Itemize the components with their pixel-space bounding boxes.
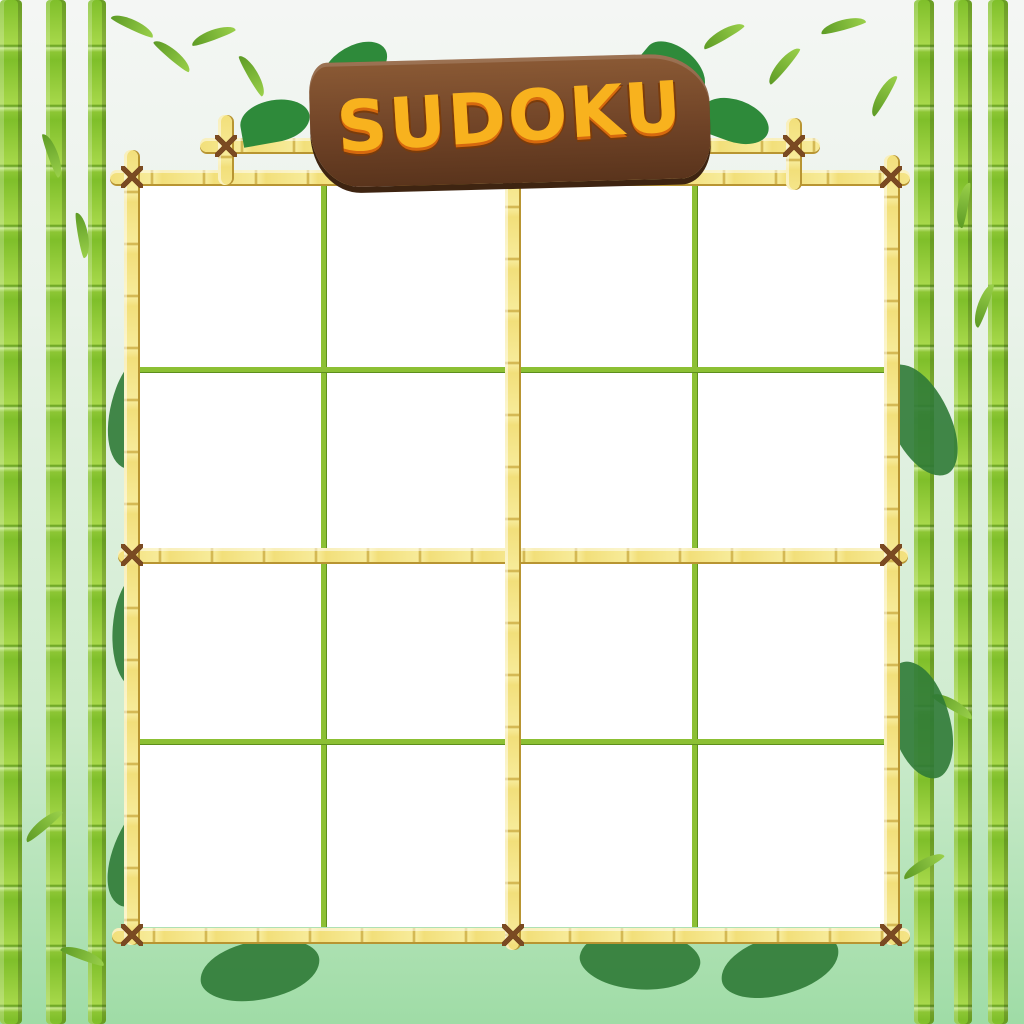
sudoku-cell[interactable] [700,741,888,927]
sudoku-cell[interactable] [325,370,513,556]
rope-knot-icon [121,544,143,566]
sudoku-cell[interactable] [513,185,701,371]
sudoku-cell[interactable] [138,185,326,371]
rope-knot-icon [121,166,143,188]
rope-knot-icon [783,135,805,157]
sudoku-cell[interactable] [138,741,326,927]
sudoku-cell[interactable] [513,556,701,742]
rope-knot-icon [121,924,143,946]
sudoku-cell[interactable] [325,185,513,371]
rope-knot-icon [880,544,902,566]
bamboo-leaf-icon [819,14,867,36]
bamboo-stalk-icon [988,0,1008,1024]
bamboo-leaf-icon [237,52,269,98]
bamboo-stalk-icon [0,0,22,1024]
bamboo-stalk-icon [88,0,106,1024]
sudoku-cell[interactable] [138,556,326,742]
sudoku-cell[interactable] [325,741,513,927]
bamboo-frame-center [505,165,519,950]
sudoku-cell[interactable] [513,741,701,927]
sudoku-cell[interactable] [513,370,701,556]
bamboo-leaf-icon [110,10,156,40]
game-title: SUDOKU [334,65,686,169]
bamboo-leaf-icon [152,36,194,74]
sudoku-cell[interactable] [138,370,326,556]
rope-knot-icon [880,924,902,946]
game-scene: SUDOKU [0,0,1024,1024]
bamboo-leaf-icon [764,44,802,86]
wooden-sign-icon: SUDOKU [308,52,712,189]
bamboo-leaf-icon [189,22,237,48]
rope-knot-icon [502,924,524,946]
sudoku-cell[interactable] [700,556,888,742]
rope-knot-icon [880,166,902,188]
bamboo-leaf-icon [700,19,746,51]
bamboo-leaf-icon [867,72,899,118]
sudoku-cell[interactable] [700,185,888,371]
rope-knot-icon [215,135,237,157]
sudoku-cell[interactable] [700,370,888,556]
sudoku-cell[interactable] [325,556,513,742]
jungle-leaf-icon [197,934,323,1006]
bamboo-stalk-icon [954,0,972,1024]
